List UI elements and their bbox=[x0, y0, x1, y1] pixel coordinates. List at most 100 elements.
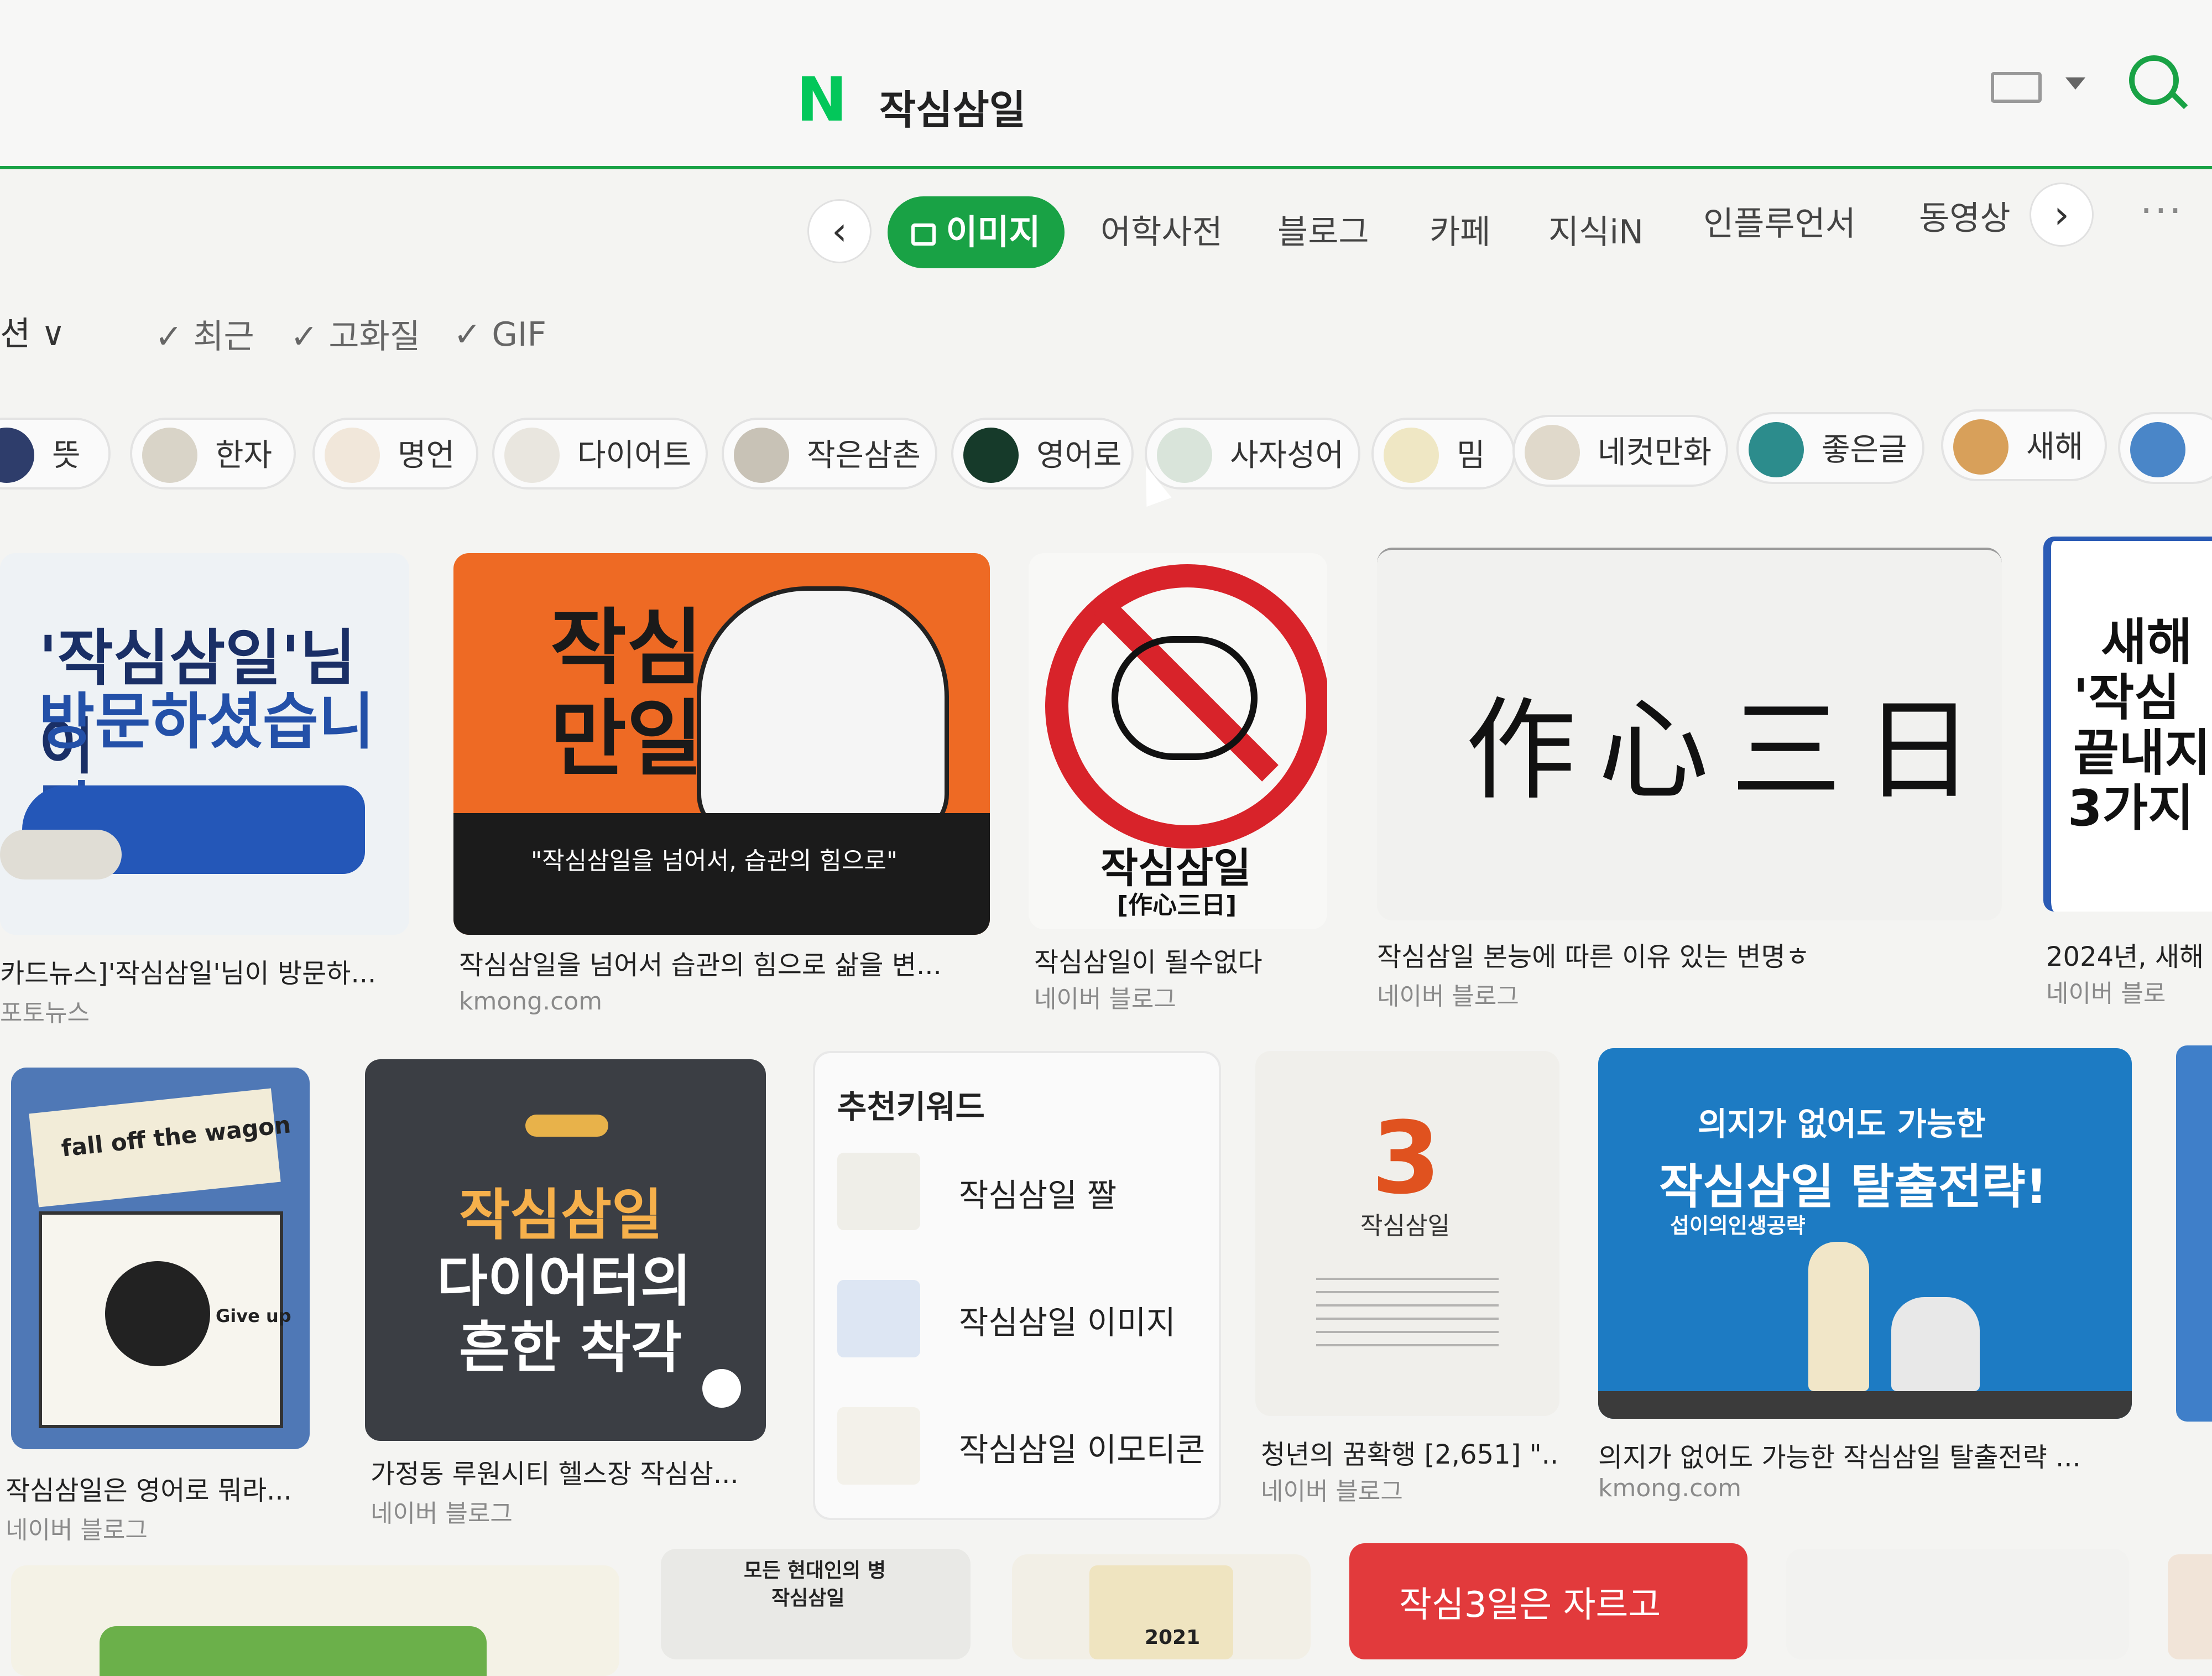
tab-prev-button[interactable]: ‹ bbox=[807, 199, 872, 263]
filter-recent[interactable]: ✓ 최근 bbox=[155, 310, 254, 358]
result-source[interactable]: 네이버 블로그 bbox=[1377, 976, 1519, 1012]
filter-hd[interactable]: ✓ 고화질 bbox=[290, 310, 420, 358]
result-caption[interactable]: 작심삼일이 될수없다 bbox=[1034, 940, 1344, 979]
check-icon: ✓ bbox=[453, 315, 482, 354]
result-caption[interactable]: 의지가 없어도 가능한 작심삼일 탈출전략 ... bbox=[1598, 1435, 2129, 1474]
chip-four-cut[interactable]: 네컷만화 bbox=[1512, 415, 1728, 487]
chip-partial[interactable] bbox=[2118, 412, 2212, 484]
result-image-card[interactable]: '작심삼일'님이 방문하셨습니다 bbox=[0, 553, 409, 935]
illustration bbox=[697, 586, 949, 839]
image-text: 3가지 bbox=[2068, 779, 2194, 837]
chip-thumbnail bbox=[1525, 425, 1580, 480]
tab-cafe[interactable]: 카페 bbox=[1430, 199, 1490, 266]
tab-blog[interactable]: 블로그 bbox=[1277, 199, 1369, 266]
image-text: 작심3일은 자르고 bbox=[1399, 1585, 1661, 1626]
chip-good-words[interactable]: 좋은글 bbox=[1736, 412, 1924, 484]
chip-quote[interactable]: 명언 bbox=[312, 418, 478, 490]
chip-diet[interactable]: 다이어트 bbox=[492, 418, 708, 490]
chip-idiom[interactable]: 사자성어 bbox=[1145, 418, 1360, 490]
result-image-card[interactable]: 모든 현대인의 병 작심삼일 bbox=[661, 1549, 971, 1659]
search-input[interactable]: 작심삼일 bbox=[879, 77, 1026, 136]
illustration bbox=[1112, 636, 1258, 760]
badge bbox=[525, 1115, 608, 1137]
keyword-label: 작심삼일 이미지 bbox=[959, 1304, 1176, 1341]
chip-english[interactable]: 영어로 bbox=[951, 418, 1134, 490]
chip-meme[interactable]: 밈 bbox=[1371, 418, 1515, 490]
result-source[interactable]: kmong.com bbox=[1598, 1474, 1741, 1502]
chip-label: 밈 bbox=[1457, 438, 1485, 473]
tab-influencer[interactable]: 인플루언서 bbox=[1703, 191, 1856, 257]
illustration bbox=[1808, 1242, 1869, 1391]
chip-hanja[interactable]: 한자 bbox=[130, 418, 296, 490]
tab-video[interactable]: 동영상 bbox=[1919, 185, 2011, 252]
chip-label: 네컷만화 bbox=[1598, 435, 1712, 471]
keyword-item[interactable]: 작심삼일 이모티콘 bbox=[837, 1396, 1205, 1496]
result-source[interactable]: 네이버 블로 bbox=[2046, 974, 2212, 1009]
result-caption[interactable]: 2024년, 새해 bbox=[2046, 935, 2212, 974]
chip-meaning[interactable]: 뜻 bbox=[0, 418, 111, 490]
result-source[interactable]: 네이버 블로그 bbox=[6, 1510, 148, 1545]
chip-thumbnail bbox=[2130, 422, 2185, 477]
naver-logo[interactable]: N bbox=[796, 69, 852, 130]
filter-label: 고화질 bbox=[328, 317, 420, 356]
chip-new-year[interactable]: 새해 bbox=[1941, 409, 2107, 481]
chip-label: 영어로 bbox=[1036, 438, 1122, 473]
result-source[interactable]: 포토뉴스 bbox=[0, 993, 90, 1028]
option-dropdown[interactable]: 션 ∨ bbox=[0, 307, 65, 355]
result-caption[interactable]: 작심삼일 본능에 따른 이유 있는 변명ㅎ bbox=[1377, 935, 1985, 974]
image-text: 섭이의인생공략 bbox=[1670, 1214, 1806, 1238]
result-caption[interactable]: 작심삼일을 넘어서 습관의 힘으로 삶을 변... bbox=[459, 943, 984, 982]
tab-kin[interactable]: 지식iN bbox=[1548, 199, 1644, 266]
more-icon[interactable]: ··· bbox=[2140, 188, 2184, 233]
image-text: [作心三日] bbox=[1117, 891, 1237, 919]
result-caption[interactable]: 가정동 루원시티 헬스장 작심삼... bbox=[371, 1452, 769, 1491]
ground bbox=[1598, 1391, 2132, 1419]
image-text: 모든 현대인의 병 bbox=[744, 1559, 886, 1582]
keyboard-icon[interactable] bbox=[1991, 72, 2042, 103]
image-text: 작심삼일 bbox=[1360, 1212, 1450, 1240]
result-source[interactable]: 네이버 블로그 bbox=[1034, 979, 1176, 1014]
keyword-item[interactable]: 작심삼일 짤 bbox=[837, 1142, 1191, 1241]
chevron-down-icon[interactable] bbox=[2065, 77, 2085, 90]
result-image-card[interactable]: 작심삼일 [作心三日] bbox=[1029, 553, 1327, 929]
image-text: 2021 bbox=[1145, 1626, 1201, 1649]
chip-label: 작은삼촌 bbox=[807, 438, 921, 473]
result-image-card[interactable]: 作心三日 bbox=[1377, 548, 2002, 920]
result-caption[interactable]: 카드뉴스]'작심삼일'님이 방문하... bbox=[0, 951, 420, 990]
image-text: 작심삼일 탈출전략! bbox=[1659, 1159, 2048, 1215]
result-source[interactable]: 네이버 블로그 bbox=[371, 1493, 513, 1529]
result-caption[interactable]: 청년의 꿈확행 [2,651] "... bbox=[1261, 1433, 1559, 1471]
result-image-card[interactable] bbox=[2176, 1045, 2212, 1422]
result-image-card[interactable] bbox=[2168, 1554, 2212, 1659]
result-image-card[interactable] bbox=[1786, 1549, 2129, 1659]
result-caption[interactable]: 작심삼일은 영어로 뭐라... bbox=[6, 1469, 326, 1507]
image-text: 만일 bbox=[550, 691, 703, 788]
result-source[interactable]: kmong.com bbox=[459, 987, 602, 1016]
result-image-card[interactable]: 새해 '작심 끝내지 3가지 bbox=[2043, 537, 2212, 912]
check-icon: ✓ bbox=[155, 317, 183, 356]
result-image-card[interactable]: 작심3일은 자르고 bbox=[1349, 1543, 1747, 1659]
filter-gif[interactable]: ✓ GIF bbox=[453, 315, 546, 354]
chip-uncle[interactable]: 작은삼촌 bbox=[722, 418, 937, 490]
chip-thumbnail bbox=[142, 428, 197, 483]
chevron-down-icon: ∨ bbox=[41, 315, 66, 353]
filter-label: GIF bbox=[492, 315, 547, 354]
result-image-card[interactable]: 의지가 없어도 가능한 작심삼일 탈출전략! 섭이의인생공략 bbox=[1598, 1048, 2132, 1419]
result-image-card[interactable]: 2021 bbox=[1012, 1554, 1311, 1659]
illustration bbox=[0, 830, 122, 879]
result-image-card[interactable]: 작심 만일 "작심삼일을 넘어서, 습관의 힘으로" bbox=[453, 553, 990, 935]
tab-label: 이미지 bbox=[946, 212, 1041, 252]
keyword-label: 작심삼일 짤 bbox=[959, 1177, 1117, 1214]
tab-next-button[interactable]: › bbox=[2030, 183, 2094, 247]
tab-image[interactable]: 이미지 bbox=[888, 196, 1065, 268]
result-image-card[interactable]: 작심삼일 다이어터의 흔한 착각 bbox=[365, 1059, 766, 1441]
keyword-item[interactable]: 작심삼일 이미지 bbox=[837, 1269, 1191, 1368]
result-image-card[interactable] bbox=[11, 1565, 619, 1676]
result-image-card[interactable]: fall off the wagon Give up bbox=[11, 1068, 310, 1449]
result-source[interactable]: 네이버 블로그 bbox=[1261, 1471, 1403, 1507]
result-image-card[interactable]: 3 작심삼일 bbox=[1255, 1051, 1559, 1416]
search-icon[interactable] bbox=[2129, 55, 2179, 105]
tab-dictionary[interactable]: 어학사전 bbox=[1100, 199, 1223, 266]
location-pin-icon[interactable] bbox=[702, 1369, 741, 1408]
panel-title: 추천키워드 bbox=[837, 1088, 985, 1126]
